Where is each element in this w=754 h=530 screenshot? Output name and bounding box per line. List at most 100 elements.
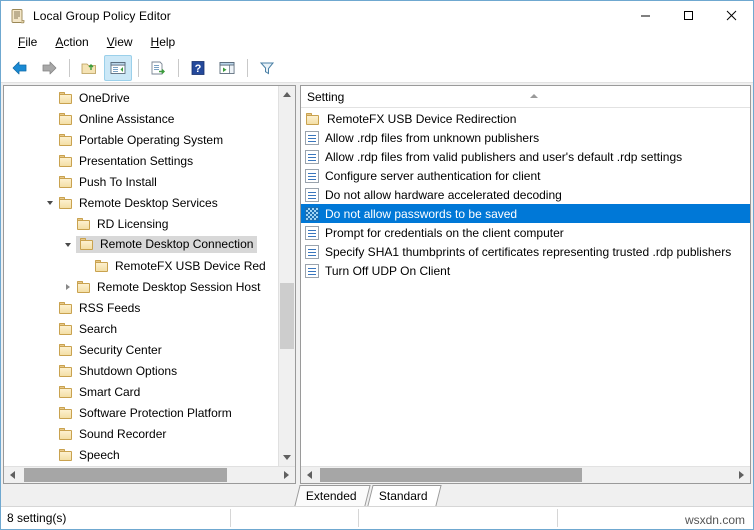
list-item[interactable]: Prompt for credentials on the client com… xyxy=(301,223,750,242)
list-item[interactable]: Do not allow hardware accelerated decodi… xyxy=(301,185,750,204)
folder-icon xyxy=(58,154,74,168)
tree-item-content: OneDrive xyxy=(58,91,130,105)
list-item-label: RemoteFX USB Device Redirection xyxy=(327,112,516,126)
export-list-button[interactable] xyxy=(144,55,172,81)
tree-item[interactable]: RSS Feeds xyxy=(4,297,278,318)
tree-item[interactable]: Push To Install xyxy=(4,171,278,192)
tree-expander-placeholder xyxy=(78,258,94,274)
tree-hscroll-thumb[interactable] xyxy=(24,468,227,482)
list-item[interactable]: Configure server authentication for clie… xyxy=(301,166,750,185)
tree-expander-placeholder xyxy=(42,300,58,316)
tree-item[interactable]: Sound Recorder xyxy=(4,423,278,444)
tree-hscroll-right-button[interactable] xyxy=(278,467,295,483)
list-hscroll-left-button[interactable] xyxy=(301,467,318,483)
tree-item[interactable]: RemoteFX USB Device Red xyxy=(4,255,278,276)
tree-item-label: Software Protection Platform xyxy=(78,406,232,420)
tree-item[interactable]: Security Center xyxy=(4,339,278,360)
list-item[interactable]: Allow .rdp files from valid publishers a… xyxy=(301,147,750,166)
tree-item-content: Online Assistance xyxy=(58,112,174,126)
tree-scroll-thumb[interactable] xyxy=(280,283,294,349)
filter-button[interactable] xyxy=(253,55,281,81)
tree-expander-placeholder xyxy=(42,153,58,169)
list-item[interactable]: RemoteFX USB Device Redirection xyxy=(301,109,750,128)
tree-scroll-down-button[interactable] xyxy=(279,449,295,466)
tree-item-label: Presentation Settings xyxy=(78,154,193,168)
tree-scroll-up-button[interactable] xyxy=(279,86,295,103)
settings-list[interactable]: RemoteFX USB Device Redirection Allow .rd… xyxy=(301,108,750,466)
chevron-right-icon[interactable] xyxy=(60,279,76,295)
tree-item[interactable]: Shutdown Options xyxy=(4,360,278,381)
tree-scroll-track[interactable] xyxy=(279,103,295,449)
chevron-down-icon[interactable] xyxy=(60,237,76,253)
tree-vertical-scrollbar[interactable] xyxy=(278,86,295,466)
tree-item[interactable]: Smart Card xyxy=(4,381,278,402)
list-hscroll-thumb[interactable] xyxy=(320,468,581,482)
tree-item[interactable]: Presentation Settings xyxy=(4,150,278,171)
tree-item[interactable]: Store xyxy=(4,465,278,466)
tree-expander-placeholder xyxy=(42,384,58,400)
tree-item[interactable]: Online Assistance xyxy=(4,108,278,129)
status-separator-3 xyxy=(557,509,558,527)
tree-item[interactable]: Speech xyxy=(4,444,278,465)
folder-icon xyxy=(58,112,74,126)
menu-item-file[interactable]: File xyxy=(9,33,46,51)
local-group-policy-editor-window: Local Group Policy Editor File Action Vi… xyxy=(0,0,754,530)
tab-extended[interactable]: Extended xyxy=(294,485,370,506)
folder-icon xyxy=(58,322,74,336)
column-header-setting-label: Setting xyxy=(307,90,344,104)
tree-item[interactable]: Search xyxy=(4,318,278,339)
help-button[interactable]: ? xyxy=(184,55,212,81)
tree-hscroll-track[interactable] xyxy=(21,467,278,483)
maximize-button[interactable] xyxy=(667,1,710,30)
tree-item-content: RemoteFX USB Device Red xyxy=(94,259,266,273)
show-hide-console-tree-button[interactable] xyxy=(104,55,132,81)
tree-item[interactable]: RD Licensing xyxy=(4,213,278,234)
list-hscroll-track[interactable] xyxy=(318,467,733,483)
tree-item-label: OneDrive xyxy=(78,91,130,105)
tree-item-label: Search xyxy=(78,322,117,336)
tree-item-content: Search xyxy=(58,322,117,336)
list-horizontal-scrollbar[interactable] xyxy=(301,466,750,483)
list-item[interactable]: Allow .rdp files from unknown publishers xyxy=(301,128,750,147)
tree-item-content: Portable Operating System xyxy=(58,133,223,147)
list-item[interactable]: Specify SHA1 thumbprints of certificates… xyxy=(301,242,750,261)
menu-item-view[interactable]: View xyxy=(98,33,142,51)
tree-item-label: Push To Install xyxy=(78,175,157,189)
close-button[interactable] xyxy=(710,1,753,30)
tree-item-content: RD Licensing xyxy=(76,217,168,231)
tree-expander-placeholder xyxy=(42,174,58,190)
tree-item[interactable]: Remote Desktop Services xyxy=(4,192,278,213)
tree-item[interactable]: Remote Desktop Session Host xyxy=(4,276,278,297)
forward-button[interactable] xyxy=(35,55,63,81)
column-header-setting[interactable]: Setting xyxy=(301,90,750,104)
tree-expander-placeholder xyxy=(42,405,58,421)
tree-item-content: Security Center xyxy=(58,343,162,357)
status-separator-2 xyxy=(358,509,359,527)
tree-item[interactable]: Remote Desktop Connection xyxy=(4,234,278,255)
minimize-button[interactable] xyxy=(624,1,667,30)
tree-hscroll-left-button[interactable] xyxy=(4,467,21,483)
title-bar[interactable]: Local Group Policy Editor xyxy=(1,1,753,30)
policy-tree[interactable]: OneDrive Online Assistance Portable Operat… xyxy=(4,86,278,466)
folder-icon xyxy=(58,406,74,420)
tree-item[interactable]: OneDrive xyxy=(4,87,278,108)
tree-item-content: Sound Recorder xyxy=(58,427,166,441)
list-item-label: Specify SHA1 thumbprints of certificates… xyxy=(325,245,731,259)
menu-item-action[interactable]: Action xyxy=(46,33,97,51)
tree-expander-placeholder xyxy=(42,90,58,106)
status-text: 8 setting(s) xyxy=(7,511,66,525)
tree-horizontal-scrollbar[interactable] xyxy=(4,466,295,483)
list-item[interactable]: Turn Off UDP On Client xyxy=(301,261,750,280)
list-item-label: Allow .rdp files from unknown publishers xyxy=(325,131,539,145)
list-hscroll-right-button[interactable] xyxy=(733,467,750,483)
status-separator-1 xyxy=(230,509,231,527)
back-button[interactable] xyxy=(6,55,34,81)
up-one-level-button[interactable] xyxy=(75,55,103,81)
show-action-pane-button[interactable] xyxy=(213,55,241,81)
chevron-down-icon[interactable] xyxy=(42,195,58,211)
tree-item[interactable]: Software Protection Platform xyxy=(4,402,278,423)
tree-item[interactable]: Portable Operating System xyxy=(4,129,278,150)
list-item[interactable]: Do not allow passwords to be saved xyxy=(301,204,750,223)
tab-standard[interactable]: Standard xyxy=(367,485,441,506)
menu-item-help[interactable]: Help xyxy=(142,33,185,51)
